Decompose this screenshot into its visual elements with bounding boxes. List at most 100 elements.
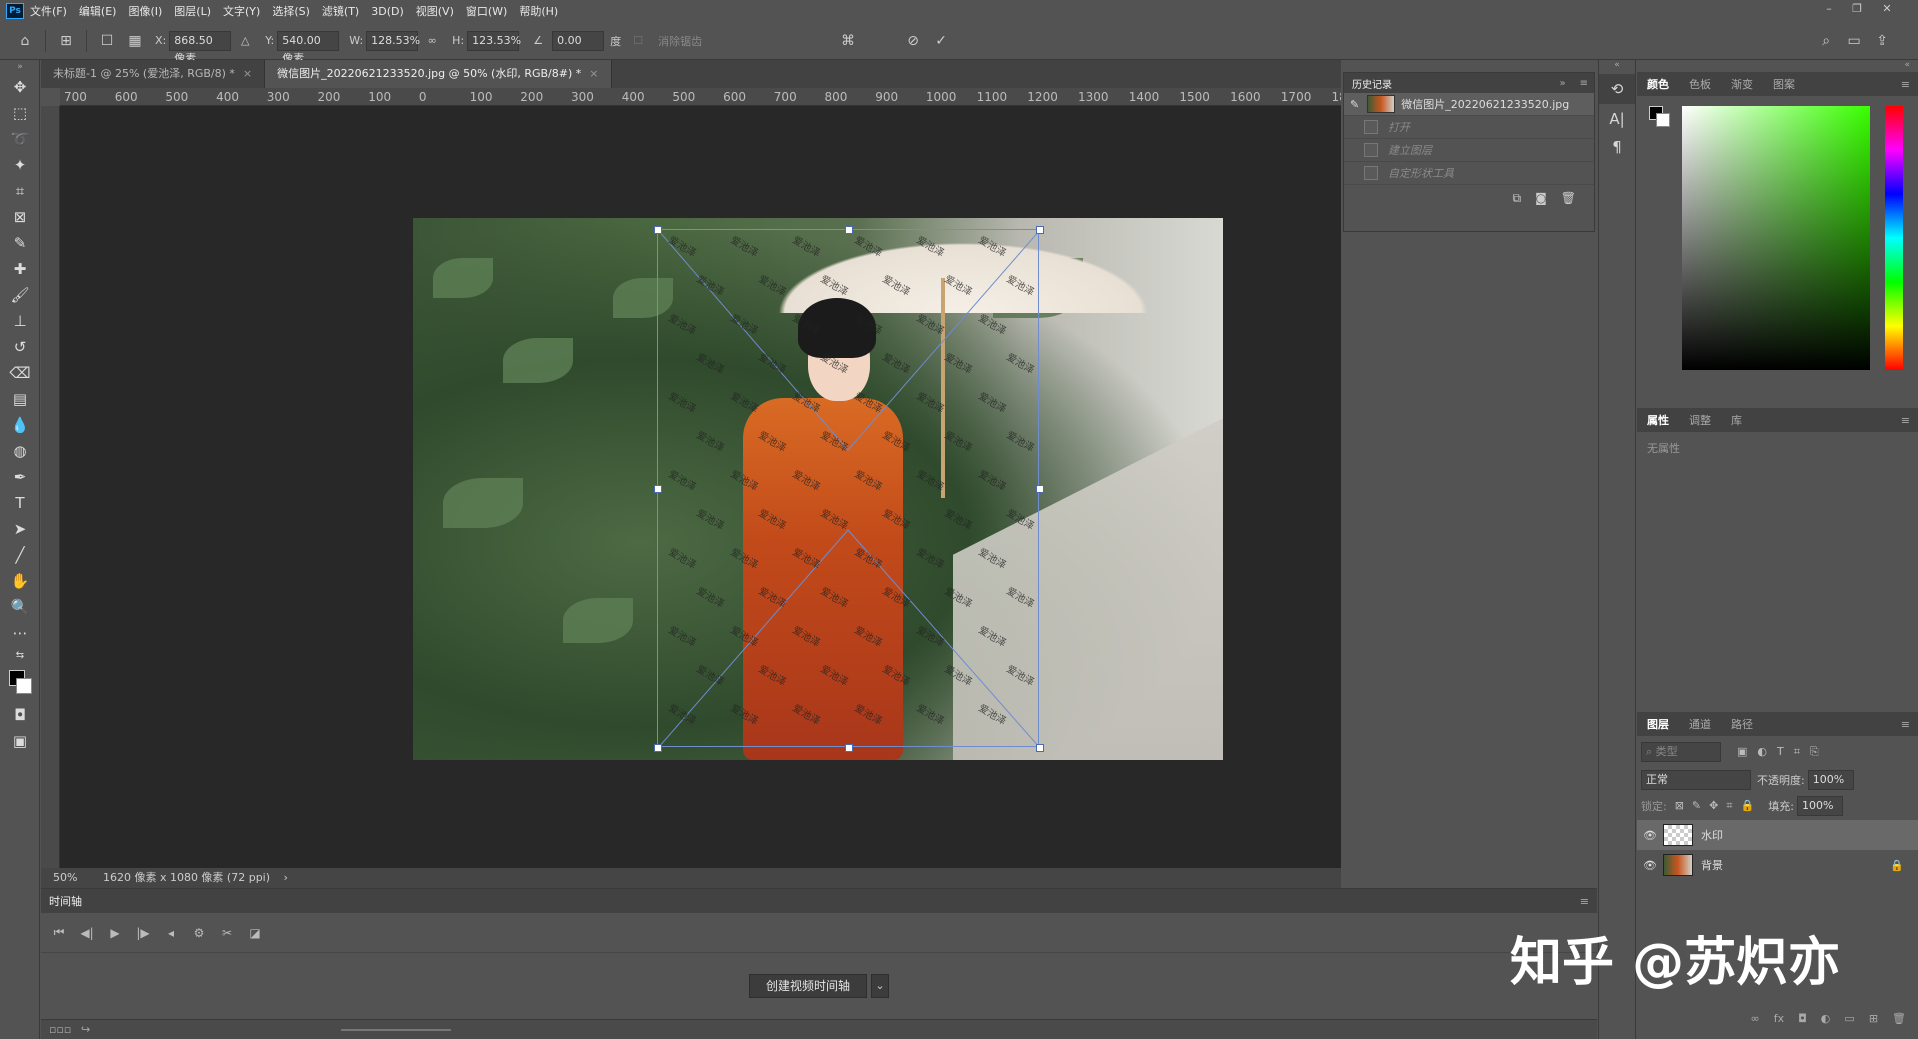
minimize-icon[interactable]: –	[1818, 2, 1840, 18]
y-input[interactable]: 540.00 像素	[277, 30, 340, 65]
brush-tool-icon[interactable]: 🖌	[0, 282, 40, 308]
fx-icon[interactable]: fx	[1774, 1012, 1784, 1025]
eyedropper-tool-icon[interactable]: ✎	[0, 230, 40, 256]
w-input[interactable]: 128.53%	[366, 30, 420, 51]
checkbox-icon[interactable]: ☐	[96, 30, 118, 52]
transform-bounding-box[interactable]: 爱池泽 爱池泽 爱池泽 爱池泽 爱池泽 爱池泽 爱池泽 爱池泽 爱池泽 爱池泽 爱池泽 爱池泽 爱池泽爱…	[654, 226, 1044, 752]
panel-menu-icon[interactable]: ≡	[1901, 414, 1910, 427]
quick-mask-icon[interactable]: ◘	[0, 702, 40, 728]
tab-channels[interactable]: 通道	[1679, 716, 1721, 732]
camera-icon[interactable]: ◙	[1535, 191, 1547, 206]
close-icon[interactable]: ×	[589, 67, 598, 80]
eye-icon[interactable]: 👁	[1637, 859, 1663, 872]
color-picker-field[interactable]	[1682, 106, 1870, 370]
collapse-icon[interactable]: «	[1637, 60, 1918, 72]
blend-mode-select[interactable]: 正常	[1641, 770, 1751, 790]
history-step[interactable]: 自定形状工具	[1344, 162, 1594, 185]
healing-brush-tool-icon[interactable]: ✚	[0, 256, 40, 282]
transform-handle[interactable]	[1036, 226, 1044, 234]
panel-menu-icon[interactable]: ≡	[1580, 78, 1588, 89]
panel-menu-icon[interactable]: ≡	[1580, 895, 1589, 908]
screen-mode-icon[interactable]: ▣	[0, 728, 40, 754]
frame-mode-icon[interactable]: ▫▫▫	[49, 1023, 71, 1036]
history-step[interactable]: 打开	[1344, 116, 1594, 139]
convert-icon[interactable]: ↪	[81, 1023, 90, 1036]
share-icon[interactable]: ⇪	[1871, 30, 1893, 52]
lasso-tool-icon[interactable]: ➰	[0, 126, 40, 152]
menu-3d[interactable]: 3D(D)	[365, 5, 410, 18]
restore-icon[interactable]: ❐	[1846, 2, 1868, 18]
transition-icon[interactable]: ◪	[241, 926, 269, 940]
link-icon[interactable]: ∞	[421, 30, 443, 52]
menu-help[interactable]: 帮助(H)	[513, 3, 564, 19]
warp-icon[interactable]: ⌘	[837, 30, 859, 52]
menu-image[interactable]: 图像(I)	[122, 3, 168, 19]
tab-paths[interactable]: 路径	[1721, 716, 1763, 732]
menu-file[interactable]: 文件(F)	[24, 3, 73, 19]
tab-wechat-image[interactable]: 微信图片_20220621233520.jpg @ 50% (水印, RGB/8…	[265, 60, 612, 88]
tab-layers[interactable]: 图层	[1637, 716, 1679, 732]
history-brush-icon[interactable]: ✎	[1350, 98, 1359, 111]
crop-tool-icon[interactable]: ⌗	[0, 178, 40, 204]
document-info[interactable]: 1620 像素 x 1080 像素 (72 ppi)	[103, 871, 270, 884]
tab-libraries[interactable]: 库	[1721, 412, 1752, 428]
link-layers-icon[interactable]: ∞	[1751, 1012, 1760, 1025]
tab-untitled[interactable]: 未标题-1 @ 25% (爱池泽, RGB/8) * ×	[41, 60, 266, 88]
transform-handle[interactable]	[1036, 744, 1044, 752]
menu-filter[interactable]: 滤镜(T)	[316, 3, 365, 19]
grid-icon[interactable]: ▦	[124, 30, 146, 52]
x-input[interactable]: 868.50 像素	[169, 30, 232, 65]
eye-icon[interactable]: 👁	[1637, 829, 1663, 842]
magic-wand-tool-icon[interactable]: ✦	[0, 152, 40, 178]
trash-icon[interactable]: 🗑	[1892, 1012, 1906, 1025]
pen-tool-icon[interactable]: ✒	[0, 464, 40, 490]
zoom-tool-icon[interactable]: 🔍	[0, 594, 40, 620]
tab-properties[interactable]: 属性	[1637, 412, 1679, 428]
close-icon[interactable]: ×	[243, 67, 252, 80]
zoom-slider[interactable]	[341, 1029, 451, 1031]
chevron-right-icon[interactable]: ›	[284, 871, 288, 884]
reference-point-icon[interactable]: ⊞	[55, 30, 77, 52]
new-layer-icon[interactable]: ⊞	[1869, 1012, 1878, 1025]
search-icon[interactable]: ⌕	[1815, 30, 1837, 52]
swap-colors-icon[interactable]: ⇆	[0, 646, 40, 666]
play-icon[interactable]: ▶	[101, 926, 129, 940]
tab-color[interactable]: 颜色	[1637, 76, 1679, 92]
history-snapshot[interactable]: ✎ 微信图片_20220621233520.jpg	[1344, 93, 1594, 116]
home-icon[interactable]: ⌂	[14, 30, 36, 52]
tab-adjustments[interactable]: 调整	[1679, 412, 1721, 428]
lock-icons[interactable]: ⊠✎✥⌗🔒	[1675, 799, 1763, 813]
history-brush-tool-icon[interactable]: ↺	[0, 334, 40, 360]
paragraph-panel-icon[interactable]: ¶	[1599, 134, 1635, 160]
type-tool-icon[interactable]: T	[0, 490, 40, 516]
panel-menu-icon[interactable]: ≡	[1901, 718, 1910, 731]
expand-icon[interactable]: »	[1559, 78, 1565, 89]
new-group-icon[interactable]: ▭	[1844, 1012, 1854, 1025]
zoom-level[interactable]: 50%	[53, 871, 77, 884]
path-selection-tool-icon[interactable]: ➤	[0, 516, 40, 542]
collapse-icon[interactable]: »	[0, 60, 40, 74]
chevron-down-icon[interactable]: ⌄	[871, 974, 889, 998]
transform-handle[interactable]	[654, 744, 662, 752]
history-panel-icon[interactable]: ⟲	[1599, 74, 1635, 104]
layer-background[interactable]: 👁 背景 🔒	[1637, 850, 1918, 880]
transform-handle[interactable]	[1036, 485, 1044, 493]
angle-input[interactable]: 0.00	[552, 30, 605, 51]
delta-icon[interactable]: △	[234, 30, 256, 52]
background-color-swatch[interactable]	[16, 678, 32, 694]
character-panel-icon[interactable]: A|	[1599, 104, 1635, 134]
cancel-transform-icon[interactable]: ⊘	[902, 30, 924, 52]
lock-icon[interactable]: 🔒	[1890, 859, 1904, 872]
layer-filter-input[interactable]: ⌕ 类型	[1641, 742, 1721, 762]
opacity-input[interactable]: 100%	[1807, 770, 1854, 790]
color-swatches[interactable]	[0, 666, 40, 702]
hue-slider[interactable]	[1885, 106, 1903, 370]
clone-stamp-tool-icon[interactable]: ⊥	[0, 308, 40, 334]
filter-icons[interactable]: ▣◐T⌗⎘	[1737, 745, 1829, 759]
gradient-tool-icon[interactable]: ▤	[0, 386, 40, 412]
audio-icon[interactable]: ◂	[157, 926, 185, 940]
transform-handle[interactable]	[845, 744, 853, 752]
timeline-title[interactable]: 时间轴	[49, 893, 82, 909]
fill-input[interactable]: 100%	[1796, 796, 1843, 816]
adjustment-layer-icon[interactable]: ◐	[1821, 1012, 1831, 1025]
